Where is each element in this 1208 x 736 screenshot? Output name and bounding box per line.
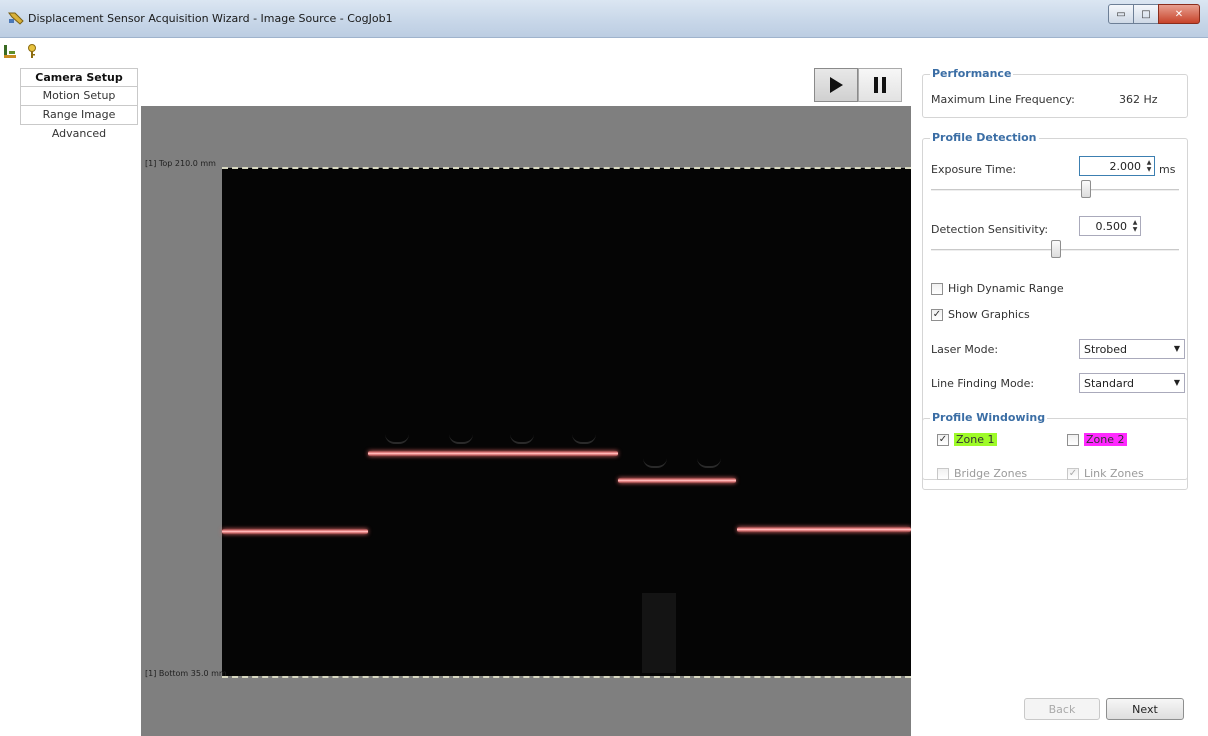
toolbar [2, 40, 40, 62]
next-button[interactable]: Next [1106, 698, 1184, 720]
performance-group: Performance Maximum Line Frequency: 362 … [922, 67, 1188, 118]
sensor-wizard-icon [8, 11, 24, 25]
exposure-unit: ms [1159, 163, 1176, 176]
checkmark-icon: ✓ [1067, 467, 1079, 480]
exposure-time-label: Exposure Time: [931, 163, 1017, 176]
max-line-frequency-label: Maximum Line Frequency: [931, 93, 1075, 106]
acquisition-controls [814, 68, 902, 102]
checkbox-box [1067, 433, 1079, 446]
close-button[interactable]: ✕ [1158, 4, 1200, 24]
zone-1-label: Zone 1 [954, 433, 997, 446]
performance-legend: Performance [930, 67, 1014, 80]
maximize-button[interactable]: □ [1133, 4, 1159, 24]
back-button[interactable]: Back [1024, 698, 1100, 720]
chevron-down-icon: ▼ [1173, 344, 1180, 353]
close-icon: ✕ [1174, 8, 1184, 20]
minimize-button[interactable]: ▭ [1108, 4, 1134, 24]
zone-1-checkbox[interactable]: ✓ Zone 1 [937, 433, 997, 446]
high-dynamic-range-checkbox[interactable]: High Dynamic Range [931, 282, 1064, 295]
play-button[interactable] [814, 68, 858, 102]
profile-windowing-group: Profile Windowing ✓ Zone 1 Zone 2 Bridge… [922, 411, 1188, 490]
laser-profile-segment [368, 451, 618, 456]
checkmark-icon: ✓ [937, 433, 949, 446]
link-zones-checkbox[interactable]: ✓ Link Zones [1067, 467, 1144, 480]
window-controls: ▭ □ ✕ [1108, 4, 1200, 24]
zone-2-checkbox[interactable]: Zone 2 [1067, 433, 1127, 446]
profile-detection-legend: Profile Detection [930, 131, 1039, 144]
window-title: Displacement Sensor Acquisition Wizard -… [28, 12, 393, 25]
nav-item-camera-setup[interactable]: Camera Setup [20, 68, 138, 87]
line-finding-mode-label: Line Finding Mode: [931, 377, 1035, 390]
link-zones-label: Link Zones [1084, 467, 1144, 480]
bridge-zones-checkbox[interactable]: Bridge Zones [937, 467, 1027, 480]
max-line-frequency-value: 362 Hz [1119, 93, 1158, 106]
spinner-arrows-icon[interactable]: ▲ ▼ [1144, 157, 1154, 175]
exposure-time-value: 2.000 [1109, 159, 1142, 173]
checkbox-box [937, 467, 949, 480]
title-bar: Displacement Sensor Acquisition Wizard -… [0, 0, 1208, 38]
sensitivity-slider-thumb[interactable] [1051, 240, 1061, 258]
wizard-step-nav: Camera Setup Motion Setup Range Image Ad… [20, 68, 138, 144]
top-roi-label: [1] Top 210.0 mm [145, 159, 216, 168]
high-dynamic-range-label: High Dynamic Range [948, 282, 1064, 295]
exposure-slider-thumb[interactable] [1081, 180, 1091, 198]
image-artifact [642, 593, 676, 673]
key-icon[interactable] [24, 43, 40, 59]
laser-profile-segment [737, 527, 911, 532]
exposure-slider-track[interactable] [931, 189, 1179, 191]
nav-item-advanced[interactable]: Advanced [20, 125, 138, 144]
laser-mode-value: Strobed [1084, 342, 1128, 356]
laser-profile-segment [222, 529, 368, 534]
line-finding-mode-value: Standard [1084, 376, 1135, 390]
spinner-arrows-icon[interactable]: ▲ ▼ [1130, 217, 1140, 235]
image-viewer[interactable]: [1] Top 210.0 mm [1] Bottom 35.0 mm [141, 106, 911, 736]
bridge-zones-label: Bridge Zones [954, 467, 1028, 480]
chevron-down-icon: ▼ [1173, 378, 1180, 387]
checkmark-icon: ✓ [931, 308, 943, 321]
top-roi-line[interactable] [222, 167, 911, 169]
pause-icon [874, 77, 886, 93]
bottom-roi-label: [1] Bottom 35.0 mm [145, 669, 227, 678]
zone-2-label: Zone 2 [1084, 433, 1127, 446]
checkbox-box [931, 282, 943, 295]
play-icon [830, 77, 843, 93]
detection-sensitivity-spinner[interactable]: 0.500 ▲ ▼ [1079, 216, 1141, 236]
profile-windowing-legend: Profile Windowing [930, 411, 1048, 424]
minimize-icon: ▭ [1116, 8, 1126, 20]
nav-item-motion-setup[interactable]: Motion Setup [20, 87, 138, 106]
show-graphics-label: Show Graphics [948, 308, 1030, 321]
maximize-icon: □ [1141, 8, 1151, 20]
sensor-image [222, 168, 911, 676]
detection-sensitivity-value: 0.500 [1095, 219, 1128, 233]
exposure-time-spinner[interactable]: 2.000 ▲ ▼ [1079, 156, 1155, 176]
nav-item-range-image[interactable]: Range Image [20, 106, 138, 125]
pause-button[interactable] [858, 68, 902, 102]
detection-sensitivity-label: Detection Sensitivity: [931, 223, 1049, 236]
show-graphics-checkbox[interactable]: ✓ Show Graphics [931, 308, 1030, 321]
stage-icon[interactable] [2, 43, 18, 59]
line-finding-mode-select[interactable]: Standard ▼ [1079, 373, 1185, 393]
bottom-roi-line[interactable] [222, 676, 911, 678]
laser-profile-segment [618, 478, 736, 483]
laser-mode-select[interactable]: Strobed ▼ [1079, 339, 1185, 359]
laser-mode-label: Laser Mode: [931, 343, 999, 356]
